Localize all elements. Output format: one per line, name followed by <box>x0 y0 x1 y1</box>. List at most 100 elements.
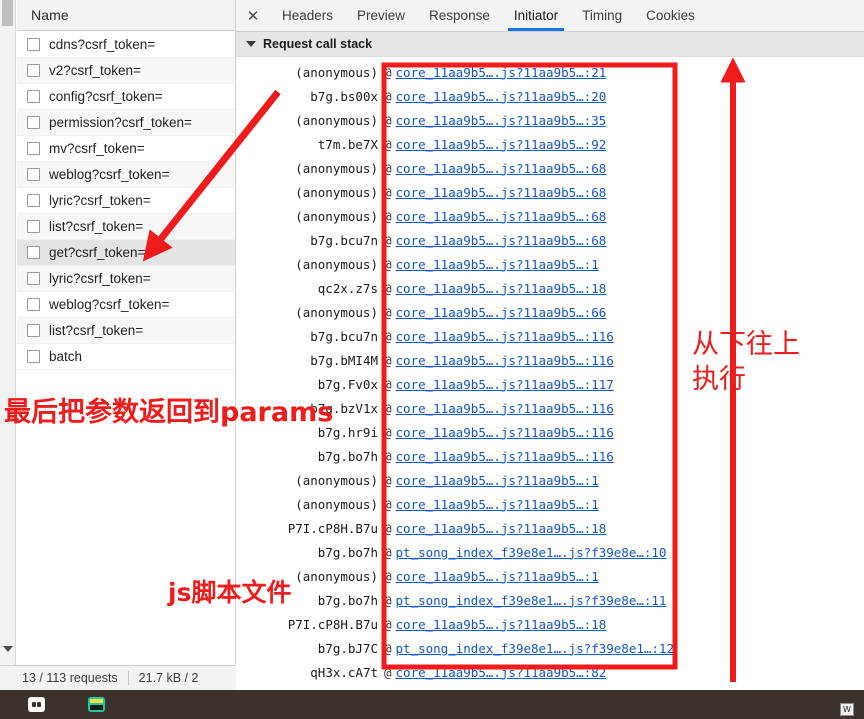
request-row[interactable]: permission?csrf_token= <box>17 110 235 136</box>
tab-headers[interactable]: Headers <box>270 0 345 31</box>
call-stack-source-link[interactable]: core_11aa9b5….js?11aa9b5…:68 <box>396 209 607 224</box>
call-stack-source-link[interactable]: core_11aa9b5….js?11aa9b5…:116 <box>396 329 614 344</box>
call-stack-source-link[interactable]: core_11aa9b5….js?11aa9b5…:21 <box>396 65 607 80</box>
request-checkbox[interactable] <box>27 142 40 155</box>
request-checkbox[interactable] <box>27 246 40 259</box>
request-row[interactable]: list?csrf_token= <box>17 214 235 240</box>
call-stack-row: b7g.hr9i @ core_11aa9b5….js?11aa9b5…:116 <box>236 420 864 444</box>
request-row[interactable]: weblog?csrf_token= <box>17 162 235 188</box>
call-stack-row: (anonymous) @ core_11aa9b5….js?11aa9b5…:68 <box>236 156 864 180</box>
request-row[interactable]: get?csrf_token= <box>17 240 235 266</box>
call-stack-source-link[interactable]: core_11aa9b5….js?11aa9b5…:18 <box>396 617 607 632</box>
request-name-label: weblog?csrf_token= <box>49 167 170 182</box>
request-checkbox[interactable] <box>27 64 40 77</box>
call-stack-row: b7g.bcu7n @ core_11aa9b5….js?11aa9b5…:116 <box>236 324 864 348</box>
request-checkbox[interactable] <box>27 298 40 311</box>
request-checkbox[interactable] <box>27 38 40 51</box>
call-stack-source-link[interactable]: pt_song_index_f39e8e1….js?f39e8e…:11 <box>396 593 667 608</box>
request-name-label: permission?csrf_token= <box>49 115 192 130</box>
vertical-scrollbar-thumb[interactable] <box>2 0 13 26</box>
chevron-down-icon[interactable] <box>3 646 13 652</box>
call-stack-function-name: b7g.bs00x <box>310 88 378 104</box>
call-stack-source-link[interactable]: core_11aa9b5….js?11aa9b5…:92 <box>396 137 607 152</box>
request-name-label: cdns?csrf_token= <box>49 37 156 52</box>
call-stack-source-link[interactable]: core_11aa9b5….js?11aa9b5…:18 <box>396 521 607 536</box>
call-stack-function-name: t7m.be7X <box>317 136 378 152</box>
call-stack-function-name: b7g.bo7h <box>317 448 378 464</box>
call-stack-row: b7g.bMI4M @ core_11aa9b5….js?11aa9b5…:116 <box>236 348 864 372</box>
tab-timing[interactable]: Timing <box>570 0 634 31</box>
call-stack-source-link[interactable]: core_11aa9b5….js?11aa9b5…:116 <box>396 425 614 440</box>
caret-down-icon[interactable] <box>246 41 256 47</box>
call-stack-source-link[interactable]: core_11aa9b5….js?11aa9b5…:117 <box>396 377 614 392</box>
call-stack-function-name: b7g.hr9i <box>317 424 378 440</box>
call-stack-row: (anonymous) @ core_11aa9b5….js?11aa9b5…:66 <box>236 300 864 324</box>
request-row[interactable]: weblog?csrf_token= <box>17 292 235 318</box>
call-stack-source-link[interactable]: core_11aa9b5….js?11aa9b5…:116 <box>396 353 614 368</box>
at-symbol: @ <box>384 232 392 248</box>
request-checkbox[interactable] <box>27 220 40 233</box>
request-row[interactable]: mv?csrf_token= <box>17 136 235 162</box>
request-checkbox[interactable] <box>27 168 40 181</box>
request-name-label: weblog?csrf_token= <box>49 297 170 312</box>
call-stack-row: qc2x.z7s @ core_11aa9b5….js?11aa9b5…:18 <box>236 276 864 300</box>
call-stack-function-name: (anonymous) <box>295 304 378 320</box>
call-stack-source-link[interactable]: pt_song_index_f39e8e1….js?f39e8e…:10 <box>396 545 667 560</box>
request-checkbox[interactable] <box>27 324 40 337</box>
call-stack-source-link[interactable]: core_11aa9b5….js?11aa9b5…:66 <box>396 305 607 320</box>
tab-preview[interactable]: Preview <box>345 0 417 31</box>
call-stack-row: b7g.bo7h @ core_11aa9b5….js?11aa9b5…:116 <box>236 444 864 468</box>
call-stack-source-link[interactable]: core_11aa9b5….js?11aa9b5…:1 <box>396 257 599 272</box>
call-stack-source-link[interactable]: core_11aa9b5….js?11aa9b5…:68 <box>396 161 607 176</box>
taskbar-app-icon-1[interactable] <box>28 697 45 712</box>
call-stack-source-link[interactable]: core_11aa9b5….js?11aa9b5…:116 <box>396 401 614 416</box>
request-name-label: list?csrf_token= <box>49 219 144 234</box>
taskbar-app-icon-2[interactable] <box>88 697 105 712</box>
network-status-bar: 13 / 113 requests 21.7 kB / 2 <box>0 665 236 690</box>
call-stack-source-link[interactable]: core_11aa9b5….js?11aa9b5…:68 <box>396 233 607 248</box>
request-checkbox[interactable] <box>27 116 40 129</box>
request-row[interactable]: v2?csrf_token= <box>17 58 235 84</box>
call-stack-function-name: b7g.bo7h <box>317 592 378 608</box>
request-checkbox[interactable] <box>27 194 40 207</box>
request-call-stack-section-header[interactable]: Request call stack <box>236 32 864 57</box>
request-checkbox[interactable] <box>27 350 40 363</box>
call-stack-row: (anonymous) @ core_11aa9b5….js?11aa9b5…:68 <box>236 180 864 204</box>
request-row[interactable]: lyric?csrf_token= <box>17 188 235 214</box>
call-stack-source-link[interactable]: core_11aa9b5….js?11aa9b5…:20 <box>396 89 607 104</box>
call-stack-function-name: P7I.cP8H.B7u <box>287 616 378 632</box>
call-stack-source-link[interactable]: core_11aa9b5….js?11aa9b5…:1 <box>396 497 599 512</box>
call-stack-function-name: (anonymous) <box>295 496 378 512</box>
call-stack-source-link[interactable]: core_11aa9b5….js?11aa9b5…:82 <box>396 665 607 680</box>
call-stack-row: b7g.bs00x @ core_11aa9b5….js?11aa9b5…:20 <box>236 84 864 108</box>
request-row[interactable]: batch <box>17 344 235 370</box>
request-row[interactable]: config?csrf_token= <box>17 84 235 110</box>
call-stack-source-link[interactable]: pt_song_index_f39e8e1….js?f39e8e1…:12 <box>396 641 674 656</box>
call-stack-source-link[interactable]: core_11aa9b5….js?11aa9b5…:1 <box>396 473 599 488</box>
request-row[interactable]: list?csrf_token= <box>17 318 235 344</box>
call-stack-source-link[interactable]: core_11aa9b5….js?11aa9b5…:35 <box>396 113 607 128</box>
name-column-header[interactable]: Name <box>17 0 235 31</box>
call-stack-source-link[interactable]: core_11aa9b5….js?11aa9b5…:18 <box>396 281 607 296</box>
request-row[interactable]: lyric?csrf_token= <box>17 266 235 292</box>
call-stack-function-name: (anonymous) <box>295 208 378 224</box>
call-stack-function-name: b7g.bcu7n <box>310 232 378 248</box>
tab-cookies[interactable]: Cookies <box>634 0 707 31</box>
request-name-label: lyric?csrf_token= <box>49 271 151 286</box>
at-symbol: @ <box>384 184 392 200</box>
request-checkbox[interactable] <box>27 90 40 103</box>
tab-initiator[interactable]: Initiator <box>502 0 570 31</box>
call-stack-source-link[interactable]: core_11aa9b5….js?11aa9b5…:68 <box>396 185 607 200</box>
call-stack-row: qH3x.cA7t @ core_11aa9b5….js?11aa9b5…:82 <box>236 660 864 684</box>
call-stack-function-name: b7g.bcu7n <box>310 328 378 344</box>
tab-response[interactable]: Response <box>417 0 502 31</box>
left-scroll-gutter[interactable] <box>0 0 16 690</box>
call-stack-source-link[interactable]: core_11aa9b5….js?11aa9b5…:1 <box>396 569 599 584</box>
system-tray-icon[interactable]: W <box>840 703 854 716</box>
close-icon[interactable]: ✕ <box>236 0 270 31</box>
request-checkbox[interactable] <box>27 272 40 285</box>
request-row[interactable]: cdns?csrf_token= <box>17 32 235 58</box>
call-stack-row: b7g.bzV1x @ core_11aa9b5….js?11aa9b5…:116 <box>236 396 864 420</box>
call-stack-source-link[interactable]: core_11aa9b5….js?11aa9b5…:116 <box>396 449 614 464</box>
at-symbol: @ <box>384 328 392 344</box>
